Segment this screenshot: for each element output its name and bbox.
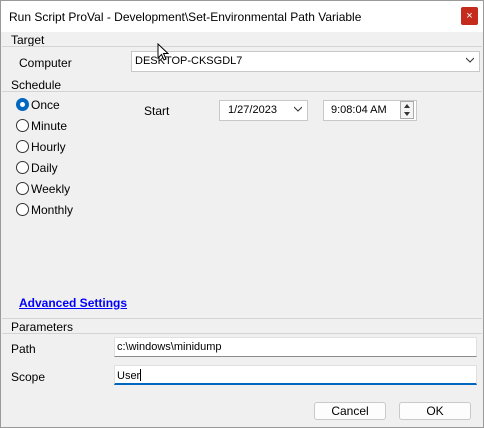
spin-up-icon[interactable] xyxy=(404,104,410,108)
schedule-section-label: Schedule xyxy=(11,78,62,92)
parameters-section-label: Parameters xyxy=(11,320,74,334)
path-value: c:\windows\minidump xyxy=(117,341,222,353)
radio-once-label: Once xyxy=(31,98,60,112)
scope-value-wrap: User xyxy=(117,369,142,382)
radio-once[interactable] xyxy=(16,98,29,111)
radio-hourly[interactable] xyxy=(16,140,29,153)
scope-label: Scope xyxy=(11,370,46,384)
start-date-picker[interactable]: 1/27/2023 xyxy=(219,100,308,121)
computer-label: Computer xyxy=(19,56,72,70)
radio-hourly-label: Hourly xyxy=(31,140,66,154)
start-time-value: 9:08:04 AM xyxy=(331,104,387,116)
radio-monthly-label: Monthly xyxy=(31,203,74,217)
radio-weekly[interactable] xyxy=(16,182,29,195)
mouse-pointer-icon xyxy=(157,43,169,61)
chevron-down-icon xyxy=(294,106,302,112)
time-spin-buttons[interactable] xyxy=(400,101,414,119)
close-icon: × xyxy=(466,10,473,22)
radio-daily[interactable] xyxy=(16,161,29,174)
dialog-window: Run Script ProVal - Development\Set-Envi… xyxy=(0,0,484,428)
cancel-button[interactable]: Cancel xyxy=(314,402,386,420)
advanced-settings-link[interactable]: Advanced Settings xyxy=(19,296,127,310)
title-bar[interactable]: Run Script ProVal - Development\Set-Envi… xyxy=(1,1,483,32)
window-title: Run Script ProVal - Development\Set-Envi… xyxy=(9,10,362,24)
start-date-value: 1/27/2023 xyxy=(228,104,277,116)
target-divider xyxy=(2,46,482,47)
computer-value: DESKTOP-CKSGDL7 xyxy=(135,55,243,67)
path-input[interactable]: c:\windows\minidump xyxy=(114,337,477,357)
start-label: Start xyxy=(144,104,170,118)
computer-select[interactable]: DESKTOP-CKSGDL7 xyxy=(131,51,480,72)
radio-minute[interactable] xyxy=(16,119,29,132)
parameters-divider xyxy=(2,333,482,334)
parameters-top-divider xyxy=(2,318,482,319)
scope-value: User xyxy=(117,370,141,382)
spin-down-icon[interactable] xyxy=(404,112,410,116)
text-caret xyxy=(140,369,142,381)
chevron-down-icon xyxy=(466,57,474,63)
radio-weekly-label: Weekly xyxy=(31,182,71,196)
scope-input[interactable]: User xyxy=(114,365,477,385)
radio-minute-label: Minute xyxy=(31,119,68,133)
schedule-divider xyxy=(2,91,482,92)
target-section-label: Target xyxy=(11,33,45,47)
radio-monthly[interactable] xyxy=(16,203,29,216)
radio-daily-label: Daily xyxy=(31,161,58,175)
close-button[interactable]: × xyxy=(461,7,478,25)
path-label: Path xyxy=(11,342,36,356)
ok-button[interactable]: OK xyxy=(399,402,471,420)
